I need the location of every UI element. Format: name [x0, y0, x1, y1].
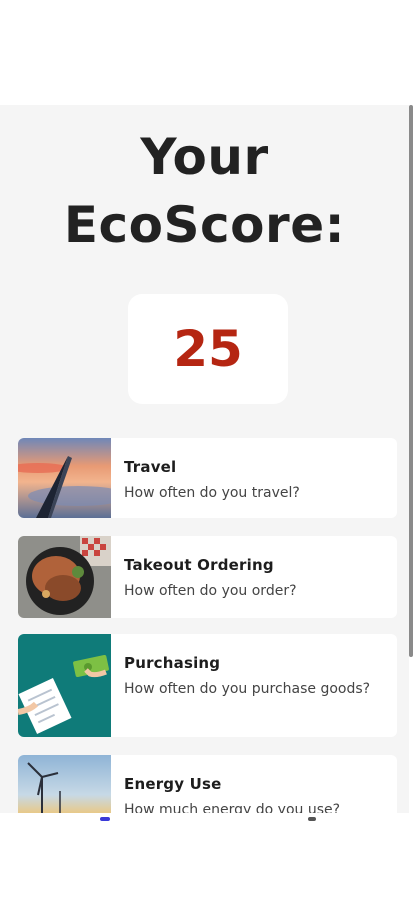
home-nav-icon[interactable] [100, 817, 110, 821]
category-subtitle: How often do you order? [124, 583, 297, 599]
score-value: 25 [173, 320, 243, 378]
category-subtitle: How often do you purchase goods? [124, 681, 371, 697]
category-subtitle: How often do you travel? [124, 485, 300, 501]
bottom-navigation [0, 813, 415, 900]
airplane-wing-image [18, 438, 111, 518]
category-title: Energy Use [124, 775, 222, 793]
score-card: 25 [128, 294, 288, 404]
category-title: Travel [124, 458, 177, 476]
page-title: Your EcoScore: [0, 123, 409, 259]
category-card-energy[interactable]: Energy Use How much energy do you use? [18, 755, 397, 813]
ecoscore-screen[interactable]: Your EcoScore: 25 Travel How often do yo… [0, 105, 409, 813]
page-title-text: Your EcoScore: [63, 128, 346, 254]
category-card-travel[interactable]: Travel How often do you travel? [18, 438, 397, 518]
category-title: Purchasing [124, 654, 221, 672]
purchasing-illustration [18, 634, 111, 737]
category-card-purchasing[interactable]: Purchasing How often do you purchase goo… [18, 634, 397, 737]
takeout-food-image [18, 536, 111, 618]
wind-turbine-image [18, 755, 111, 813]
category-subtitle: How much energy do you use? [124, 802, 341, 813]
profile-nav-icon[interactable] [308, 817, 316, 821]
category-title: Takeout Ordering [124, 556, 274, 574]
scrollbar[interactable] [409, 105, 413, 657]
category-card-takeout[interactable]: Takeout Ordering How often do you order? [18, 536, 397, 618]
status-area [0, 0, 415, 105]
